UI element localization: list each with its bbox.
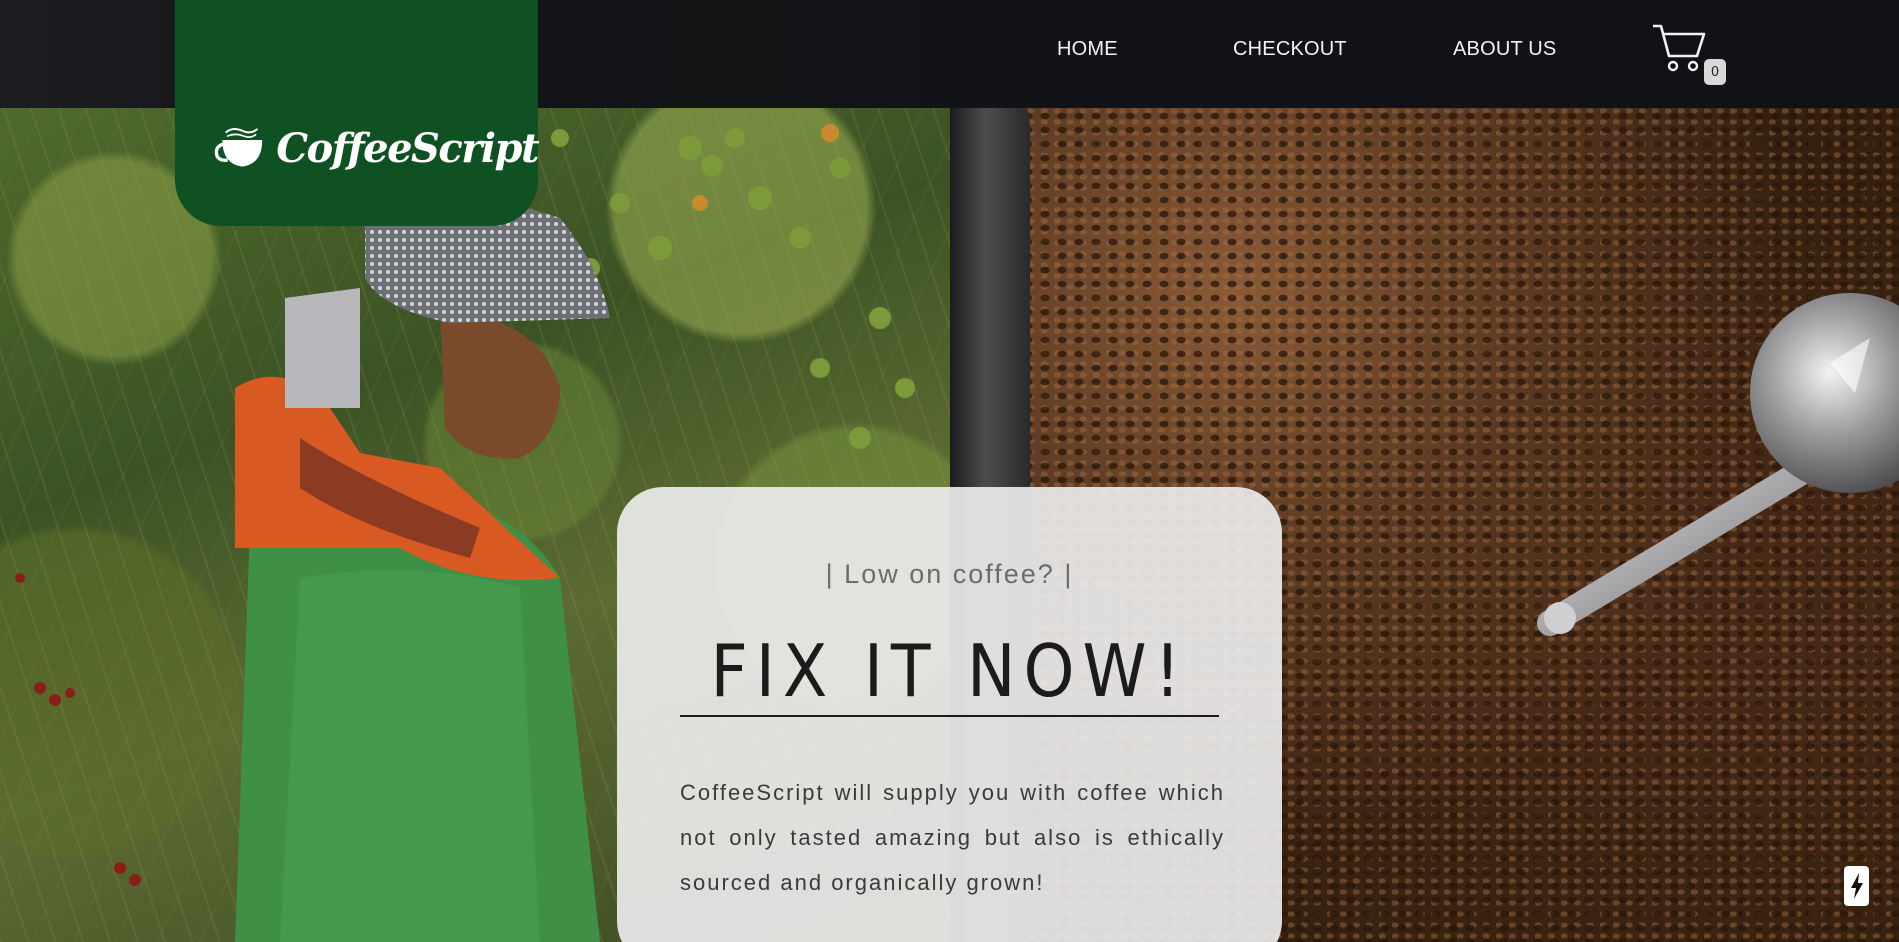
cart-icon [1653,24,1706,72]
lightning-bolt-icon [1850,873,1863,899]
nav-about-us-link[interactable]: ABOUT US [1453,38,1556,61]
promo-body-text: CoffeeScript will supply you with coffee… [680,780,1225,895]
cart-count-badge: 0 [1704,59,1726,85]
coffee-cup-icon [214,128,263,167]
nav-home-link[interactable]: HOME [1057,38,1118,61]
promo-card: | Low on coffee? | FIX IT NOW! CoffeeScr… [617,487,1282,942]
brand-name: CoffeeScript [276,124,539,172]
nav-checkout-link[interactable]: CHECKOUT [1233,38,1347,61]
quick-action-button[interactable] [1844,866,1869,906]
promo-headline: FIX IT NOW! [710,629,1189,713]
headline-divider [680,715,1219,717]
brand-logo[interactable]: CoffeeScript [175,0,539,226]
promo-kicker: | Low on coffee? | [825,559,1074,589]
cart-button[interactable]: 0 [1651,22,1727,86]
